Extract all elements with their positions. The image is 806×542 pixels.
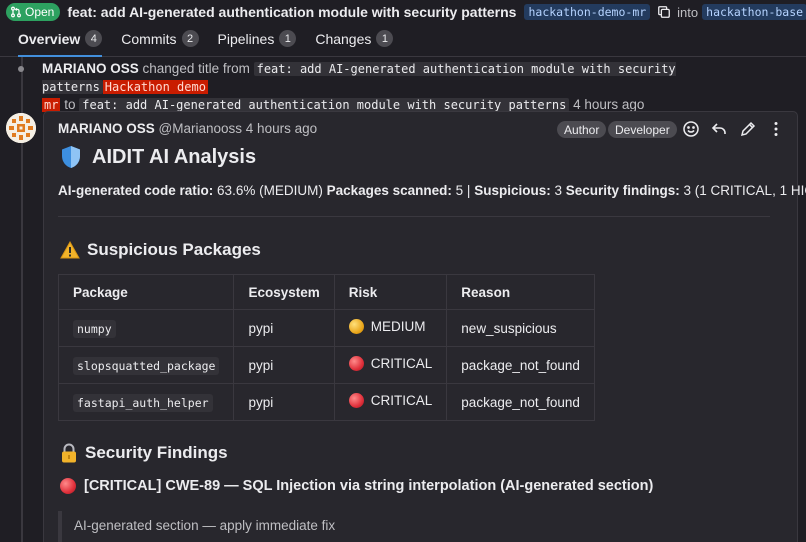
system-note-author[interactable]: MARIANO OSS	[42, 61, 139, 76]
risk-cell: CRITICAL	[333, 383, 448, 421]
packages-table: Package Ecosystem Risk Reason numpy pypi…	[57, 274, 595, 421]
removed-text: mr	[42, 98, 61, 112]
blockquote-bar	[58, 511, 62, 542]
col-header: Risk	[333, 274, 448, 310]
ratio-label: AI-generated code ratio:	[58, 183, 214, 198]
tab-label: Pipelines	[217, 30, 275, 47]
ratio-value: 63.6% (MEDIUM)	[217, 183, 323, 198]
suspicious-label: Suspicious:	[474, 183, 551, 198]
package-cell: numpy	[57, 309, 235, 347]
tab-count: 2	[181, 30, 199, 47]
source-branch[interactable]: hackathon-demo-mr	[524, 4, 651, 20]
tab-label: Commits	[121, 30, 177, 47]
risk-level: CRITICAL	[370, 356, 433, 371]
tab-label: Changes	[315, 30, 372, 47]
findings-label: Security findings:	[565, 183, 680, 198]
risk-cell: MEDIUM	[333, 309, 448, 347]
tab-changes[interactable]: Changes 1	[315, 27, 394, 56]
system-note-time[interactable]: 4 hours ago	[573, 97, 644, 112]
comment-time[interactable]: 4 hours ago	[246, 121, 317, 136]
to-label: to	[64, 97, 76, 112]
table-header-row: Package Ecosystem Risk Reason	[57, 274, 595, 310]
circle-icon	[60, 478, 76, 494]
emoji-icon[interactable]	[682, 120, 700, 138]
avatar[interactable]	[6, 113, 36, 143]
ecosystem-cell: pypi	[233, 346, 335, 384]
security-heading: Security Findings	[60, 443, 228, 463]
package-name: numpy	[73, 319, 116, 338]
table-row: fastapi_auth_helper pypi CRITICAL packag…	[57, 383, 595, 421]
col-header: Ecosystem	[233, 274, 335, 310]
warning-icon	[60, 241, 80, 259]
mr-tabs: Overview 4 Commits 2 Pipelines 1 Changes…	[0, 27, 806, 57]
edit-icon[interactable]	[739, 120, 757, 138]
col-header: Reason	[446, 274, 595, 310]
target-branch[interactable]: hackathon-base	[702, 4, 806, 20]
more-icon[interactable]	[767, 120, 785, 138]
divider	[58, 216, 770, 217]
comment-username[interactable]: @Marianooss	[159, 121, 243, 136]
circle-icon	[348, 356, 364, 371]
circle-icon	[348, 393, 364, 408]
lock-icon	[62, 443, 76, 463]
ecosystem-cell: pypi	[233, 383, 335, 421]
suspicious-title: Suspicious Packages	[87, 240, 261, 259]
new-title: feat: add AI-generated authentication mo…	[79, 98, 570, 112]
scanned-value: 5 |	[455, 183, 471, 198]
package-cell: slopsquatted_package	[57, 346, 235, 384]
findings-value: 3 (1 CRITICAL, 1 HIGH)	[683, 183, 806, 198]
status-label: Open	[25, 5, 55, 19]
reason-cell: new_suspicious	[446, 309, 595, 347]
analysis-title: AIDIT AI Analysis	[92, 145, 257, 168]
removed-text: Hackathon demo	[102, 80, 208, 94]
avatar-icon	[6, 113, 36, 143]
analysis-summary: AI-generated code ratio: 63.6% (MEDIUM) …	[58, 183, 806, 198]
mr-header: Open feat: add AI-generated authenticati…	[0, 0, 806, 24]
table-row: numpy pypi MEDIUM new_suspicious	[57, 309, 595, 347]
package-cell: fastapi_auth_helper	[57, 383, 235, 421]
suspicious-value: 3	[554, 183, 562, 198]
circle-icon	[348, 319, 364, 334]
system-note: MARIANO OSS changed title from feat: add…	[42, 60, 802, 114]
reason-cell: package_not_found	[446, 346, 595, 384]
finding-title: [CRITICAL] CWE-89 — SQL Injection via st…	[60, 478, 653, 494]
system-note-action: changed title from	[142, 61, 250, 76]
page-title: feat: add AI-generated authentication mo…	[67, 4, 517, 20]
comment-card: MARIANO OSS @Marianooss 4 hours ago Auth…	[43, 111, 806, 542]
risk-cell: CRITICAL	[333, 346, 448, 384]
role-badge: Developer	[608, 121, 677, 138]
reply-icon[interactable]	[710, 120, 728, 138]
tab-count: 1	[376, 30, 394, 47]
risk-level: CRITICAL	[370, 393, 433, 408]
tab-overview[interactable]: Overview 4	[18, 27, 103, 57]
into-label: into	[677, 4, 699, 20]
col-header: Package	[57, 274, 235, 310]
copy-icon[interactable]	[657, 5, 671, 19]
finding-text: [CRITICAL] CWE-89 — SQL Injection via st…	[84, 478, 654, 494]
shield-icon	[62, 146, 80, 168]
comment-author[interactable]: MARIANO OSS	[58, 121, 155, 136]
package-name: fastapi_auth_helper	[73, 393, 213, 412]
ecosystem-cell: pypi	[233, 309, 335, 347]
suspicious-heading: Suspicious Packages	[60, 240, 261, 260]
risk-level: MEDIUM	[370, 319, 426, 334]
tab-label: Overview	[18, 30, 81, 47]
analysis-heading: AIDIT AI Analysis	[60, 145, 256, 169]
author-badge: Author	[557, 121, 607, 138]
security-title: Security Findings	[85, 443, 228, 462]
tab-count: 1	[279, 30, 297, 47]
finding-note: AI-generated section — apply immediate f…	[74, 518, 336, 533]
table-row: slopsquatted_package pypi CRITICAL packa…	[57, 346, 595, 384]
reason-cell: package_not_found	[446, 383, 595, 421]
tab-pipelines[interactable]: Pipelines 1	[218, 27, 297, 56]
merge-request-icon	[11, 6, 21, 18]
comment-header: MARIANO OSS @Marianooss 4 hours ago	[58, 121, 317, 136]
tab-commits[interactable]: Commits 2	[121, 27, 199, 56]
status-badge: Open	[6, 3, 61, 21]
timeline-dot	[18, 66, 24, 72]
tab-count: 4	[85, 30, 103, 47]
scanned-label: Packages scanned:	[326, 183, 452, 198]
package-name: slopsquatted_package	[73, 356, 220, 375]
